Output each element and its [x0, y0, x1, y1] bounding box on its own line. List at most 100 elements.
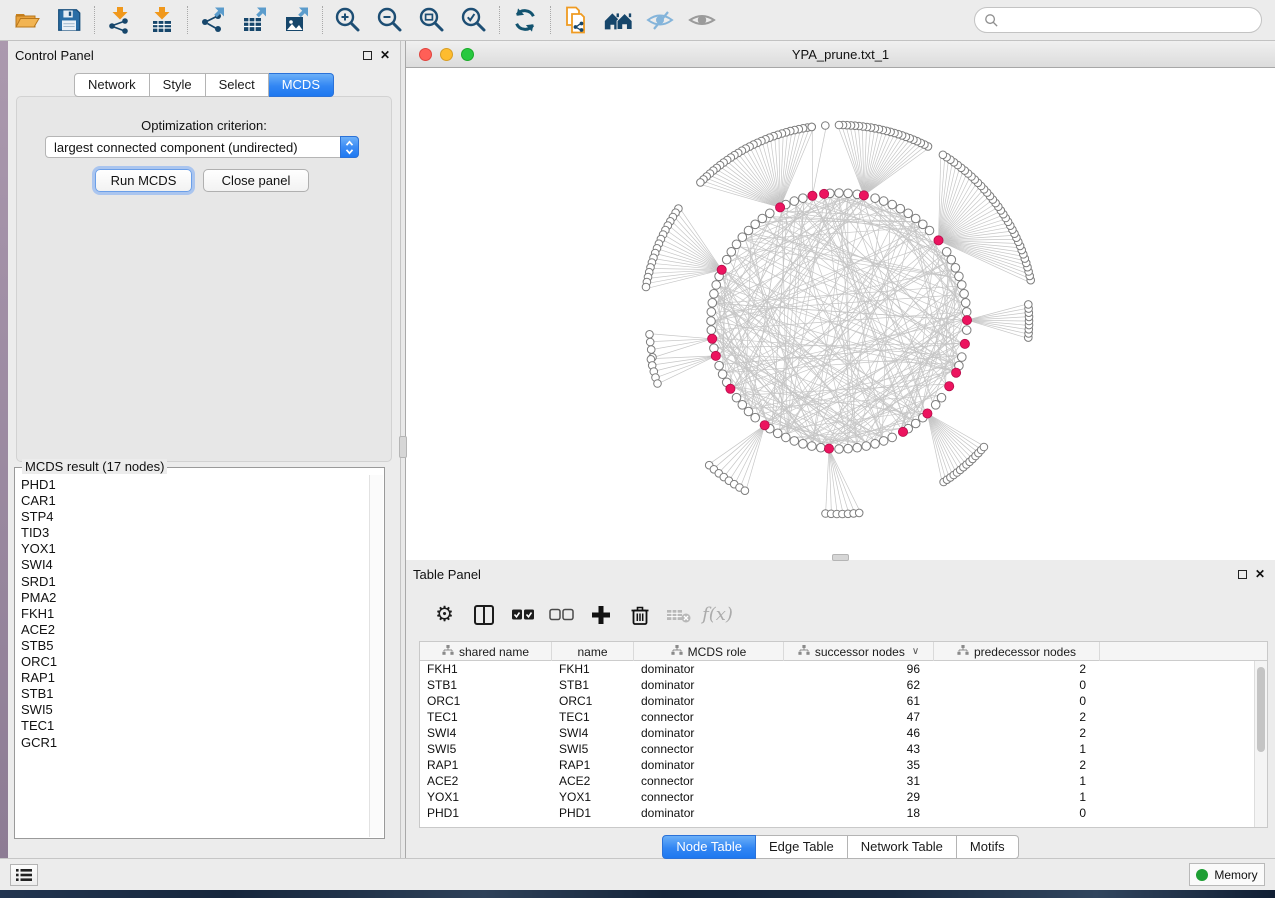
import-table-icon[interactable] [141, 2, 183, 38]
save-session-icon[interactable] [48, 2, 90, 38]
add-column-icon[interactable] [584, 600, 617, 630]
mcds-list-scrollbar[interactable] [369, 475, 383, 837]
table-cell[interactable]: ORC1 [420, 693, 552, 709]
table-row[interactable]: RAP1RAP1dominator352 [420, 757, 1267, 773]
close-panel-icon[interactable]: ✕ [380, 49, 390, 61]
table-scrollbar[interactable] [1254, 661, 1267, 827]
table-scrollbar-thumb[interactable] [1257, 667, 1265, 752]
close-panel-icon[interactable]: ✕ [1255, 568, 1265, 580]
table-row[interactable]: ORC1ORC1dominator610 [420, 693, 1267, 709]
mcds-result-item[interactable]: FKH1 [21, 606, 369, 622]
table-cell[interactable]: 29 [784, 789, 934, 805]
hide-selected-eye-icon[interactable] [639, 2, 681, 38]
memory-button[interactable]: Memory [1189, 863, 1265, 886]
tab-network-table[interactable]: Network Table [848, 835, 957, 859]
table-cell[interactable]: 0 [934, 693, 1100, 709]
column-header-shared-name[interactable]: shared name [420, 642, 552, 661]
table-cell[interactable]: SWI4 [552, 725, 634, 741]
table-row[interactable]: STB1STB1dominator620 [420, 677, 1267, 693]
tab-motifs[interactable]: Motifs [957, 835, 1019, 859]
table-cell[interactable]: connector [634, 709, 784, 725]
column-view-icon[interactable] [467, 600, 500, 630]
table-cell[interactable] [1100, 757, 1267, 773]
table-row[interactable]: SWI5SWI5connector431 [420, 741, 1267, 757]
table-cell[interactable]: YOX1 [420, 789, 552, 805]
table-cell[interactable]: 61 [784, 693, 934, 709]
table-cell[interactable]: 35 [784, 757, 934, 773]
table-cell[interactable]: FKH1 [420, 661, 552, 677]
table-row[interactable]: TEC1TEC1connector472 [420, 709, 1267, 725]
import-network-icon[interactable] [99, 2, 141, 38]
table-cell[interactable] [1100, 661, 1267, 677]
table-cell[interactable]: dominator [634, 693, 784, 709]
column-header-successor-nodes[interactable]: successor nodes∨ [784, 642, 934, 661]
table-cell[interactable]: ACE2 [552, 773, 634, 789]
table-cell[interactable] [1100, 741, 1267, 757]
table-cell[interactable]: 0 [934, 805, 1100, 821]
mcds-result-item[interactable]: STP4 [21, 509, 369, 525]
table-cell[interactable]: TEC1 [420, 709, 552, 725]
table-cell[interactable]: dominator [634, 661, 784, 677]
search-input[interactable] [999, 10, 1261, 30]
horizontal-splitter-grip[interactable] [832, 554, 849, 561]
table-settings-gear-icon[interactable]: ⚙ [428, 600, 461, 630]
table-cell[interactable]: PHD1 [420, 805, 552, 821]
table-cell[interactable]: 18 [784, 805, 934, 821]
table-cell[interactable]: connector [634, 741, 784, 757]
table-cell[interactable]: SWI5 [552, 741, 634, 757]
table-cell[interactable]: 2 [934, 709, 1100, 725]
table-cell[interactable]: connector [634, 789, 784, 805]
table-cell[interactable]: connector [634, 773, 784, 789]
table-cell[interactable]: RAP1 [552, 757, 634, 773]
network-graph[interactable] [406, 68, 1275, 559]
tab-node-table[interactable]: Node Table [662, 835, 756, 859]
refresh-icon[interactable] [504, 2, 546, 38]
table-cell[interactable]: 1 [934, 773, 1100, 789]
delete-column-trash-icon[interactable] [623, 600, 656, 630]
table-cell[interactable]: YOX1 [552, 789, 634, 805]
run-mcds-button[interactable]: Run MCDS [95, 169, 192, 192]
table-cell[interactable]: STB1 [552, 677, 634, 693]
network-window-titlebar[interactable]: YPA_prune.txt_1 [406, 41, 1275, 68]
column-header-name[interactable]: name [552, 642, 634, 661]
zoom-selected-icon[interactable] [453, 2, 495, 38]
tab-select[interactable]: Select [206, 73, 269, 97]
task-history-button[interactable] [10, 864, 38, 886]
mcds-result-item[interactable]: ORC1 [21, 654, 369, 670]
table-cell[interactable] [1100, 693, 1267, 709]
criterion-dropdown[interactable]: largest connected component (undirected) [45, 136, 359, 158]
mcds-result-item[interactable]: PMA2 [21, 590, 369, 606]
mcds-result-item[interactable]: CAR1 [21, 493, 369, 509]
mcds-result-item[interactable]: TEC1 [21, 718, 369, 734]
deselect-all-columns-icon[interactable] [545, 600, 578, 630]
table-cell[interactable] [1100, 725, 1267, 741]
table-cell[interactable] [1100, 805, 1267, 821]
table-cell[interactable]: 1 [934, 741, 1100, 757]
zoom-out-icon[interactable] [369, 2, 411, 38]
float-panel-icon[interactable] [1238, 570, 1247, 579]
mcds-result-list[interactable]: PHD1CAR1STP4TID3YOX1SWI4SRD1PMA2FKH1ACE2… [16, 475, 369, 837]
mcds-result-item[interactable]: YOX1 [21, 541, 369, 557]
table-cell[interactable]: dominator [634, 725, 784, 741]
table-row[interactable]: FKH1FKH1dominator962 [420, 661, 1267, 677]
table-cell[interactable]: 2 [934, 661, 1100, 677]
table-cell[interactable] [1100, 677, 1267, 693]
table-cell[interactable]: dominator [634, 677, 784, 693]
table-cell[interactable]: TEC1 [552, 709, 634, 725]
open-session-icon[interactable] [6, 2, 48, 38]
table-cell[interactable]: 1 [934, 789, 1100, 805]
mcds-result-item[interactable]: PHD1 [21, 477, 369, 493]
close-panel-button[interactable]: Close panel [203, 169, 309, 192]
table-cell[interactable]: SWI5 [420, 741, 552, 757]
table-cell[interactable] [1100, 709, 1267, 725]
tab-mcds[interactable]: MCDS [269, 73, 334, 97]
tab-edge-table[interactable]: Edge Table [756, 835, 848, 859]
table-cell[interactable]: ACE2 [420, 773, 552, 789]
table-cell[interactable]: 46 [784, 725, 934, 741]
table-cell[interactable]: 31 [784, 773, 934, 789]
export-table-icon[interactable] [234, 2, 276, 38]
table-cell[interactable]: SWI4 [420, 725, 552, 741]
table-cell[interactable]: ORC1 [552, 693, 634, 709]
mcds-result-item[interactable]: STB5 [21, 638, 369, 654]
table-cell[interactable] [1100, 789, 1267, 805]
